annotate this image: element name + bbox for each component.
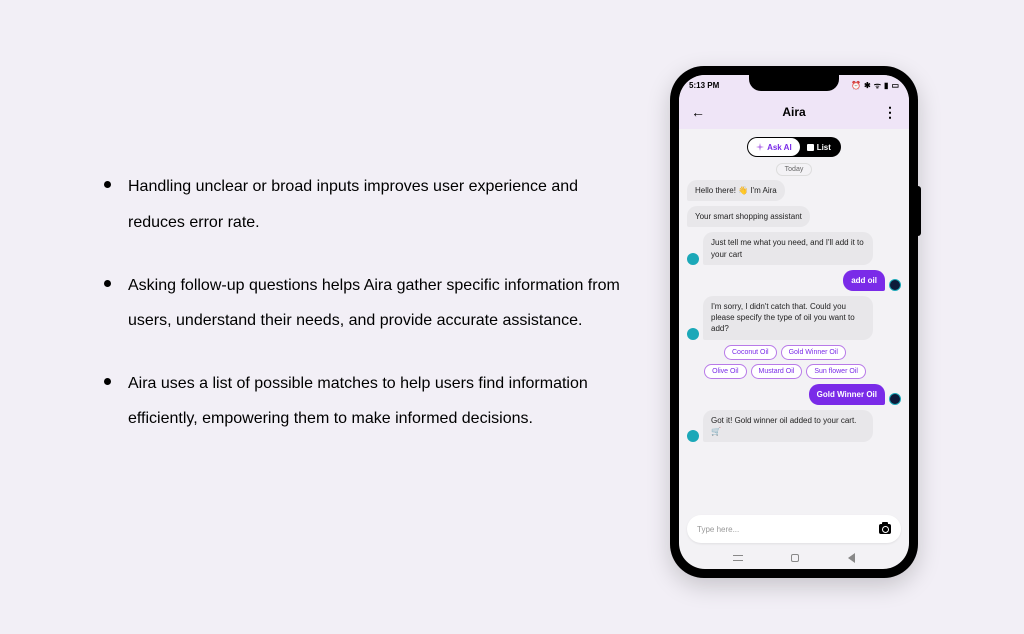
user-avatar — [889, 279, 901, 291]
chat-area: Hello there! 👋 I'm Aira Your smart shopp… — [679, 180, 909, 509]
user-message-row: add oil — [687, 270, 901, 291]
ai-message-row: I'm sorry, I didn't catch that. Could yo… — [687, 296, 901, 340]
chip-gold-winner-oil[interactable]: Gold Winner Oil — [781, 345, 846, 360]
chat-input[interactable]: Type here... — [687, 515, 901, 543]
user-message: add oil — [843, 270, 885, 291]
ai-avatar — [687, 253, 699, 265]
ai-avatar — [687, 328, 699, 340]
nav-back-button[interactable] — [848, 553, 855, 563]
bluetooth-icon: ✱ — [864, 81, 871, 90]
phone-screen: 5:13 PM ⏰ ✱ ᯤ ▮ ▭ ← Aira ⋮ Ask AI — [679, 75, 909, 569]
segmented-control: Ask AI List — [747, 137, 841, 157]
chip-olive-oil[interactable]: Olive Oil — [704, 364, 746, 379]
chip-sunflower-oil[interactable]: Sun flower Oil — [806, 364, 866, 379]
suggestion-chips: Coconut Oil Gold Winner Oil Olive Oil Mu… — [687, 345, 867, 379]
segmented-control-row: Ask AI List — [679, 129, 909, 161]
bullet-item: Handling unclear or broad inputs improve… — [100, 169, 624, 239]
camera-icon[interactable] — [879, 524, 891, 534]
signal-icon: ▮ — [884, 81, 888, 90]
list-icon — [807, 144, 814, 151]
ai-avatar — [687, 430, 699, 442]
tab-list-label: List — [817, 143, 831, 152]
wifi-icon: ᯤ — [874, 80, 881, 91]
user-message: Gold Winner Oil — [809, 384, 885, 405]
alarm-icon: ⏰ — [851, 81, 861, 90]
ai-message: Got it! Gold winner oil added to your ca… — [703, 410, 873, 442]
ai-message-row: Just tell me what you need, and I'll add… — [687, 232, 901, 264]
battery-icon: ▭ — [891, 81, 899, 90]
bullet-item: Asking follow-up questions helps Aira ga… — [100, 268, 624, 338]
chat-input-placeholder: Type here... — [697, 525, 879, 534]
user-message-row: Gold Winner Oil — [687, 384, 901, 405]
nav-home-button[interactable] — [791, 554, 799, 562]
bullet-item: Aira uses a list of possible matches to … — [100, 366, 624, 436]
ai-message: Just tell me what you need, and I'll add… — [703, 232, 873, 264]
tab-list[interactable]: List — [801, 137, 841, 157]
back-button[interactable]: ← — [691, 104, 705, 120]
date-pill: Today — [776, 163, 813, 176]
ai-message-row: Got it! Gold winner oil added to your ca… — [687, 410, 901, 442]
app-title: Aira — [782, 105, 805, 119]
ai-message: Your smart shopping assistant — [687, 206, 810, 227]
ai-message: Hello there! 👋 I'm Aira — [687, 180, 785, 201]
tab-ask-ai[interactable]: Ask AI — [748, 138, 800, 156]
nav-recent-button[interactable] — [733, 555, 743, 561]
ai-message: I'm sorry, I didn't catch that. Could yo… — [703, 296, 873, 340]
tab-ask-ai-label: Ask AI — [767, 143, 792, 152]
sparkle-icon — [756, 143, 764, 151]
phone-notch — [749, 75, 839, 91]
android-nav-bar — [679, 547, 909, 569]
feature-bullets-panel: Handling unclear or broad inputs improve… — [0, 169, 664, 464]
status-icons: ⏰ ✱ ᯤ ▮ ▭ — [851, 80, 899, 91]
phone-mockup: 5:13 PM ⏰ ✱ ᯤ ▮ ▭ ← Aira ⋮ Ask AI — [664, 66, 924, 578]
status-time: 5:13 PM — [689, 81, 719, 90]
user-avatar — [889, 393, 901, 405]
chip-mustard-oil[interactable]: Mustard Oil — [751, 364, 803, 379]
app-header: ← Aira ⋮ — [679, 95, 909, 129]
ai-message-row: Your smart shopping assistant — [687, 206, 901, 227]
phone-frame: 5:13 PM ⏰ ✱ ᯤ ▮ ▭ ← Aira ⋮ Ask AI — [670, 66, 918, 578]
bullet-list: Handling unclear or broad inputs improve… — [100, 169, 624, 436]
more-menu-button[interactable]: ⋮ — [883, 109, 897, 116]
ai-message-row: Hello there! 👋 I'm Aira — [687, 180, 901, 201]
chip-coconut-oil[interactable]: Coconut Oil — [724, 345, 777, 360]
